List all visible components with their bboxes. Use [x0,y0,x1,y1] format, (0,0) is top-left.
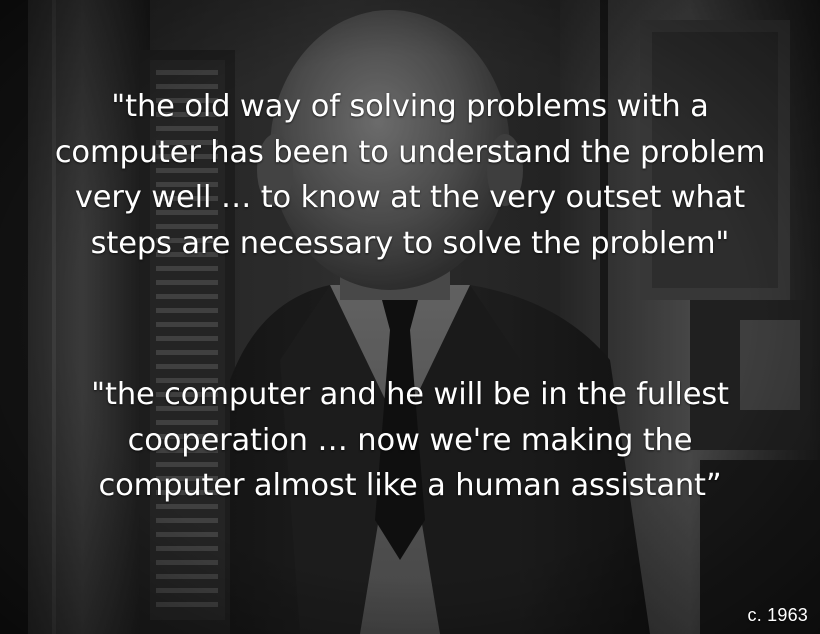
quote-1-line-1: "the old way of solving problems with a [111,89,709,124]
quote-block-1: "the old way of solving problems with a … [0,84,820,266]
quote-2-line-2: cooperation … now we're making the [127,422,693,458]
quote-block-2: "the computer and he will be in the full… [0,372,820,509]
quote-2-line-1: "the computer and he will be in the full… [91,377,729,412]
date-label: c. 1963 [747,605,808,625]
quote-1-line-2: computer has been to understand the prob… [54,134,766,170]
quote-2-line-3: computer almost like a human assistant” [98,468,722,504]
video-frame: "the old way of solving problems with a … [0,0,820,634]
quote-1-line-4: steps are necessary to solve the problem… [90,225,730,261]
quote-1-line-3: very well … to know at the very outset w… [74,180,746,216]
